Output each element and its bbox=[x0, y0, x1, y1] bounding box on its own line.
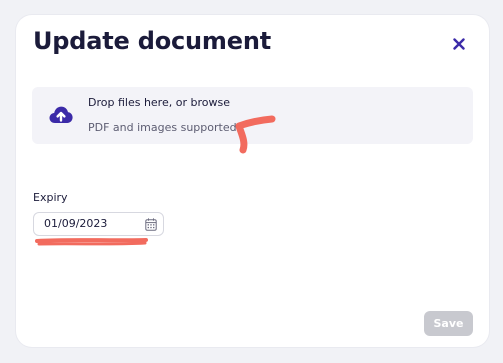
save-button[interactable]: Save bbox=[424, 311, 473, 336]
dropzone-hint: PDF and images supported bbox=[88, 121, 237, 134]
file-dropzone[interactable]: Drop files here, or browse PDF and image… bbox=[32, 87, 473, 144]
update-document-dialog: Update document Drop files here, or brow… bbox=[16, 15, 489, 347]
dropzone-label[interactable]: Drop files here, or browse bbox=[88, 96, 230, 110]
dialog-title: Update document bbox=[33, 27, 271, 55]
expiry-label: Expiry bbox=[33, 191, 68, 204]
expiry-date-field[interactable] bbox=[33, 212, 164, 236]
close-icon bbox=[453, 38, 465, 50]
calendar-icon[interactable] bbox=[145, 218, 157, 231]
close-button[interactable] bbox=[448, 33, 470, 55]
cloud-upload-icon bbox=[49, 106, 73, 123]
expiry-date-input[interactable] bbox=[44, 217, 140, 231]
